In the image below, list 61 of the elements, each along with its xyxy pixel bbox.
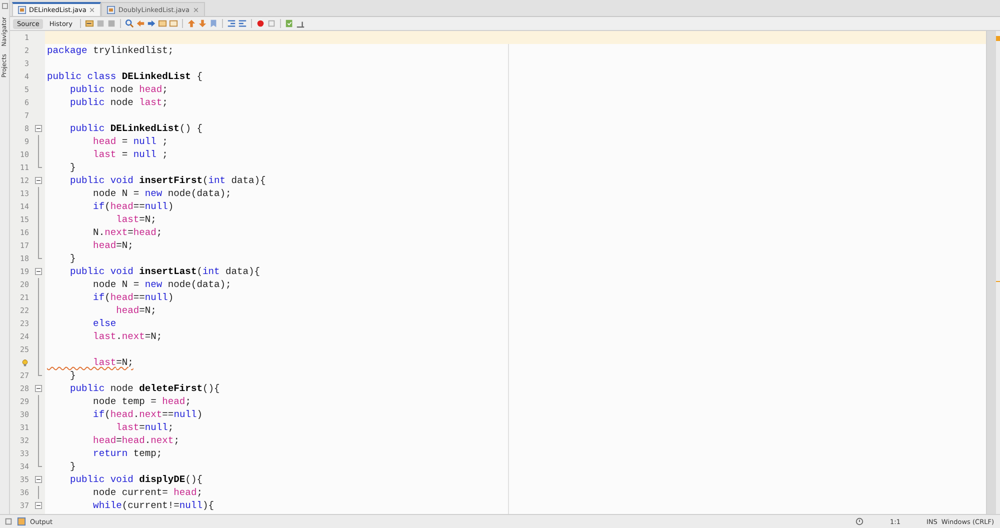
code-line: if(head==null) bbox=[92, 292, 174, 303]
code-line: public void displyDE(){ bbox=[69, 474, 202, 485]
code-line: last=N; bbox=[115, 214, 156, 225]
code-line: public void insertLast(int data){ bbox=[69, 266, 260, 277]
search-icon[interactable] bbox=[125, 19, 134, 28]
collapse-icon[interactable] bbox=[34, 502, 42, 509]
code-line: } bbox=[69, 162, 76, 173]
code-line: public void insertFirst(int data){ bbox=[69, 175, 266, 186]
close-icon[interactable] bbox=[89, 7, 96, 13]
arrow-up-icon[interactable] bbox=[187, 19, 196, 28]
lightbulb-icon[interactable] bbox=[21, 358, 29, 366]
collapse-icon[interactable] bbox=[34, 125, 42, 132]
window-icon[interactable] bbox=[2, 3, 8, 9]
code-line: return temp; bbox=[92, 448, 162, 459]
code-line: package trylinkedlist; bbox=[47, 45, 174, 56]
code-line: head=N; bbox=[115, 305, 156, 316]
square-icon[interactable] bbox=[107, 19, 116, 28]
code-line: } bbox=[69, 253, 76, 264]
shift-right-icon[interactable] bbox=[238, 19, 248, 28]
code-line: while(current!=null){ bbox=[92, 500, 214, 511]
code-line: public node head; bbox=[69, 84, 168, 95]
code-line: node current= head; bbox=[92, 487, 202, 498]
code-line: last=N; bbox=[92, 357, 134, 368]
code-line: last.next=N; bbox=[92, 331, 162, 342]
collapse-icon[interactable] bbox=[34, 476, 42, 483]
java-file-icon bbox=[107, 6, 116, 14]
notification-icon[interactable] bbox=[855, 517, 864, 526]
code-line: head = null ; bbox=[92, 136, 168, 147]
code-line: } bbox=[69, 461, 76, 472]
code-line: N.next=head; bbox=[92, 227, 162, 238]
code-line: if(head.next==null) bbox=[92, 409, 202, 420]
window-icon[interactable] bbox=[4, 517, 13, 526]
java-file-icon bbox=[18, 6, 26, 14]
code-line: public node last; bbox=[69, 97, 168, 108]
collapse-icon[interactable] bbox=[34, 177, 42, 184]
code-line: last=null; bbox=[115, 422, 174, 433]
code-line: public node deleteFirst(){ bbox=[69, 383, 220, 394]
collapse-icon[interactable] bbox=[34, 268, 42, 275]
arrow-down-icon[interactable] bbox=[198, 19, 208, 28]
code-line: head=N; bbox=[92, 240, 134, 251]
close-icon[interactable] bbox=[192, 6, 199, 12]
code-line: public DELinkedList() { bbox=[69, 123, 202, 134]
bookmark-icon[interactable] bbox=[209, 19, 218, 28]
code-line: if(head==null) bbox=[92, 201, 174, 212]
code-line: node N = new node(data); bbox=[92, 279, 232, 290]
code-line: node N = new node(data); bbox=[92, 188, 232, 199]
code-line: node temp = head; bbox=[92, 396, 191, 407]
code-line: last = null ; bbox=[92, 149, 168, 160]
scrollbar[interactable] bbox=[986, 31, 996, 514]
collapse-icon[interactable] bbox=[34, 385, 42, 392]
arrow-left-icon[interactable] bbox=[136, 19, 146, 28]
stop-icon[interactable] bbox=[267, 19, 276, 28]
code-line: else bbox=[92, 318, 116, 329]
record-icon[interactable] bbox=[256, 19, 266, 28]
arrow-right-icon[interactable] bbox=[147, 19, 156, 28]
shift-left-icon[interactable] bbox=[227, 19, 236, 28]
code-line: public class DELinkedList { bbox=[47, 71, 202, 82]
console-icon bbox=[17, 517, 26, 526]
check-icon[interactable] bbox=[285, 19, 294, 28]
code-line: } bbox=[69, 370, 76, 381]
code-line: head=head.next; bbox=[92, 435, 180, 446]
